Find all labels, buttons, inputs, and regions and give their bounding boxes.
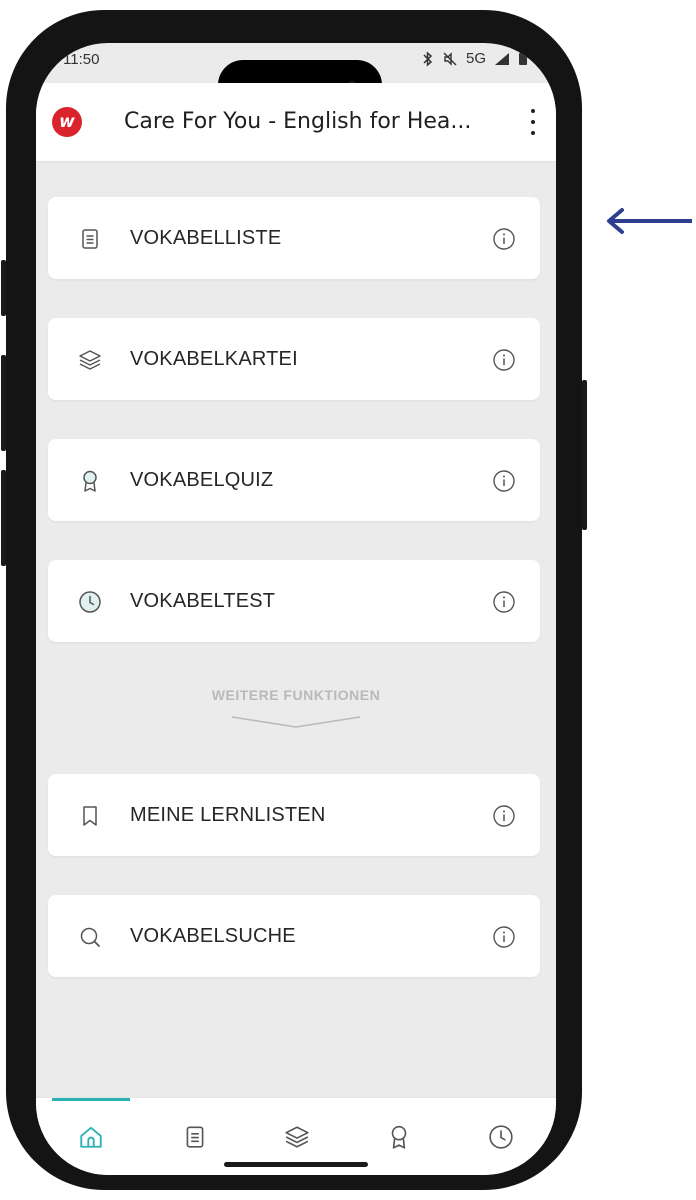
- mute-icon: [443, 51, 457, 66]
- info-icon[interactable]: [492, 590, 516, 614]
- card-label: VOKABELSUCHE: [130, 925, 296, 947]
- card-vokabeltest[interactable]: VOKABELTEST: [48, 560, 540, 642]
- card-label: VOKABELQUIZ: [130, 469, 274, 491]
- status-time: 11:50: [63, 51, 100, 68]
- chevron-down-icon[interactable]: [226, 713, 366, 731]
- clock-icon: [79, 591, 101, 613]
- card-vokabelquiz[interactable]: VOKABELQUIZ: [48, 439, 540, 521]
- card-label: VOKABELKARTEI: [130, 348, 298, 370]
- card-meine-lernlisten[interactable]: MEINE LERNLISTEN: [48, 774, 540, 856]
- battery-icon: [519, 51, 527, 65]
- info-icon[interactable]: [492, 469, 516, 493]
- layers-icon: [79, 350, 101, 370]
- layers-icon[interactable]: [284, 1124, 310, 1150]
- home-indicator: [224, 1162, 368, 1167]
- card-label: VOKABELTEST: [130, 590, 276, 612]
- phone-frame: 11:50 5G w Care For You - English for He…: [1, 10, 587, 1190]
- award-icon: [83, 470, 97, 492]
- search-icon: [80, 927, 100, 947]
- phone-screen: 11:50 5G w Care For You - English for He…: [36, 43, 556, 1175]
- info-icon[interactable]: [492, 804, 516, 828]
- clock-icon[interactable]: [488, 1124, 514, 1150]
- signal-icon: [495, 52, 509, 65]
- award-icon[interactable]: [386, 1124, 412, 1150]
- network-label: 5G: [465, 50, 486, 67]
- list-icon[interactable]: [182, 1124, 208, 1150]
- phone-volume-up-button: [1, 355, 6, 451]
- phone-power-button: [582, 380, 587, 530]
- app-title: Care For You - English for Hea...: [124, 109, 472, 134]
- nav-active-indicator: [52, 1098, 130, 1101]
- more-vert-icon[interactable]: [526, 109, 540, 135]
- status-icons: 5G: [422, 50, 528, 67]
- phone-volume-down-button: [1, 470, 6, 566]
- logo-letter: w: [59, 112, 75, 132]
- info-icon[interactable]: [492, 227, 516, 251]
- info-icon[interactable]: [492, 348, 516, 372]
- list-icon: [82, 229, 98, 249]
- section-divider-label[interactable]: WEITERE FUNKTIONEN: [36, 687, 556, 703]
- info-icon[interactable]: [492, 925, 516, 949]
- app-logo: w: [52, 107, 82, 137]
- card-vokabelkartei[interactable]: VOKABELKARTEI: [48, 318, 540, 400]
- bookmark-icon: [83, 806, 97, 826]
- annotation-arrow-icon: [607, 208, 692, 234]
- card-label: MEINE LERNLISTEN: [130, 804, 326, 826]
- card-vokabelliste[interactable]: VOKABELLISTE: [48, 197, 540, 279]
- phone-action-button: [1, 260, 6, 316]
- bluetooth-icon: [423, 50, 433, 67]
- card-vokabelsuche[interactable]: VOKABELSUCHE: [48, 895, 540, 977]
- app-bar: w Care For You - English for Hea...: [36, 83, 556, 161]
- card-label: VOKABELLISTE: [130, 227, 282, 249]
- home-icon[interactable]: [78, 1124, 104, 1150]
